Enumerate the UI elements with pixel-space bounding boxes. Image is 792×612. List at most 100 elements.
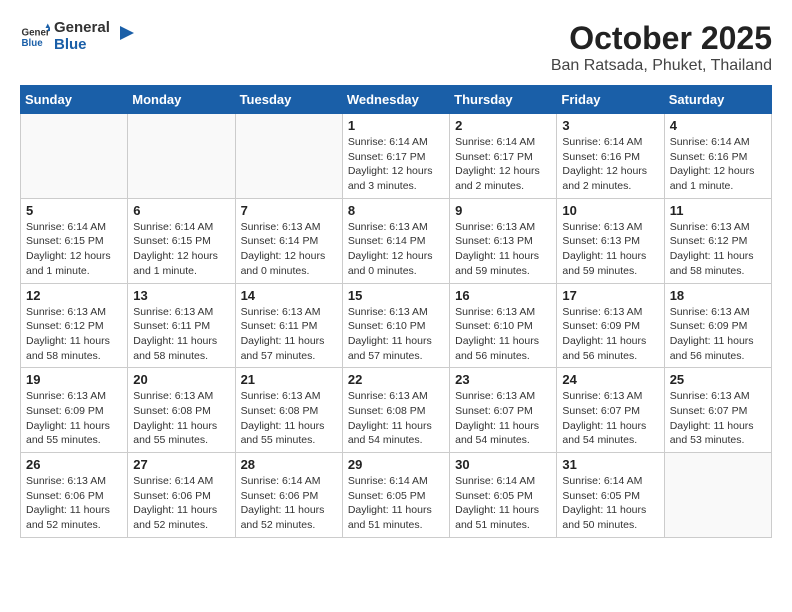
weekday-header-friday: Friday <box>557 86 664 114</box>
page-header: General Blue General Blue October 2025 B… <box>20 20 772 75</box>
calendar-day-cell <box>664 453 771 538</box>
calendar-day-cell: 10Sunrise: 6:13 AMSunset: 6:13 PMDayligh… <box>557 198 664 283</box>
day-info: Sunrise: 6:13 AMSunset: 6:12 PMDaylight:… <box>26 305 122 364</box>
calendar-day-cell: 8 Sunrise: 6:13 AMSunset: 6:14 PMDaylight… <box>342 198 449 283</box>
title-area: October 2025 Ban Ratsada, Phuket, Thaila… <box>551 20 772 75</box>
day-info: Sunrise: 6:13 AMSunset: 6:07 PMDaylight:… <box>670 389 766 448</box>
day-number: 4 <box>670 118 766 133</box>
day-number: 27 <box>133 457 229 472</box>
weekday-header-monday: Monday <box>128 86 235 114</box>
day-number: 28 <box>241 457 337 472</box>
calendar-day-cell: 27 Sunrise: 6:14 AMSunset: 6:06 PMDayligh… <box>128 453 235 538</box>
calendar-day-cell: 16 Sunrise: 6:13 AMSunset: 6:10 PMDayligh… <box>450 283 557 368</box>
logo-icon: General Blue <box>20 22 50 52</box>
day-number: 2 <box>455 118 551 133</box>
day-number: 5 <box>26 203 122 218</box>
calendar-day-cell: 29Sunrise: 6:14 AMSunset: 6:05 PMDayligh… <box>342 453 449 538</box>
day-info: Sunrise: 6:13 AMSunset: 6:09 PMDaylight:… <box>670 305 766 364</box>
calendar-day-cell: 30Sunrise: 6:14 AMSunset: 6:05 PMDayligh… <box>450 453 557 538</box>
svg-text:General: General <box>22 27 51 38</box>
day-number: 20 <box>133 372 229 387</box>
calendar-day-cell: 25 Sunrise: 6:13 AMSunset: 6:07 PMDayligh… <box>664 368 771 453</box>
day-info: Sunrise: 6:14 AMSunset: 6:16 PMDaylight:… <box>670 135 766 194</box>
day-number: 1 <box>348 118 444 133</box>
day-number: 31 <box>562 457 658 472</box>
day-number: 9 <box>455 203 551 218</box>
day-number: 3 <box>562 118 658 133</box>
day-info: Sunrise: 6:13 AMSunset: 6:08 PMDaylight:… <box>241 389 337 448</box>
calendar-day-cell: 12 Sunrise: 6:13 AMSunset: 6:12 PMDayligh… <box>21 283 128 368</box>
weekday-header-sunday: Sunday <box>21 86 128 114</box>
day-number: 8 <box>348 203 444 218</box>
day-number: 14 <box>241 288 337 303</box>
calendar-day-cell: 21 Sunrise: 6:13 AMSunset: 6:08 PMDayligh… <box>235 368 342 453</box>
calendar-day-cell: 24Sunrise: 6:13 AMSunset: 6:07 PMDayligh… <box>557 368 664 453</box>
weekday-header-row: SundayMondayTuesdayWednesdayThursdayFrid… <box>21 86 772 114</box>
day-number: 7 <box>241 203 337 218</box>
day-info: Sunrise: 6:13 AMSunset: 6:08 PMDaylight:… <box>133 389 229 448</box>
logo-general: General <box>54 20 110 37</box>
day-info: Sunrise: 6:13 AMSunset: 6:14 PMDaylight:… <box>241 220 337 279</box>
day-info: Sunrise: 6:13 AMSunset: 6:08 PMDaylight:… <box>348 389 444 448</box>
day-number: 19 <box>26 372 122 387</box>
calendar-table: SundayMondayTuesdayWednesdayThursdayFrid… <box>20 85 772 538</box>
calendar-day-cell: 26 Sunrise: 6:13 AMSunset: 6:06 PMDayligh… <box>21 453 128 538</box>
calendar-day-cell: 5Sunrise: 6:14 AMSunset: 6:15 PMDaylight… <box>21 198 128 283</box>
calendar-day-cell: 3 Sunrise: 6:14 AMSunset: 6:16 PMDaylight… <box>557 114 664 199</box>
calendar-day-cell: 9 Sunrise: 6:13 AMSunset: 6:13 PMDaylight… <box>450 198 557 283</box>
logo-blue: Blue <box>54 37 110 54</box>
day-info: Sunrise: 6:13 AMSunset: 6:12 PMDaylight:… <box>670 220 766 279</box>
logo-arrow-icon <box>112 22 134 44</box>
day-info: Sunrise: 6:13 AMSunset: 6:10 PMDaylight:… <box>455 305 551 364</box>
day-info: Sunrise: 6:14 AMSunset: 6:06 PMDaylight:… <box>241 474 337 533</box>
day-number: 17 <box>562 288 658 303</box>
day-info: Sunrise: 6:13 AMSunset: 6:09 PMDaylight:… <box>562 305 658 364</box>
day-number: 25 <box>670 372 766 387</box>
calendar-day-cell: 2Sunrise: 6:14 AMSunset: 6:17 PMDaylight… <box>450 114 557 199</box>
calendar-day-cell <box>128 114 235 199</box>
day-number: 23 <box>455 372 551 387</box>
calendar-day-cell: 11Sunrise: 6:13 AMSunset: 6:12 PMDayligh… <box>664 198 771 283</box>
day-number: 16 <box>455 288 551 303</box>
day-info: Sunrise: 6:13 AMSunset: 6:07 PMDaylight:… <box>455 389 551 448</box>
calendar-day-cell: 20 Sunrise: 6:13 AMSunset: 6:08 PMDayligh… <box>128 368 235 453</box>
calendar-day-cell: 23 Sunrise: 6:13 AMSunset: 6:07 PMDayligh… <box>450 368 557 453</box>
day-info: Sunrise: 6:14 AMSunset: 6:05 PMDaylight:… <box>348 474 444 533</box>
day-number: 22 <box>348 372 444 387</box>
weekday-header-wednesday: Wednesday <box>342 86 449 114</box>
calendar-day-cell <box>235 114 342 199</box>
weekday-header-tuesday: Tuesday <box>235 86 342 114</box>
calendar-week-row: 26 Sunrise: 6:13 AMSunset: 6:06 PMDayligh… <box>21 453 772 538</box>
day-info: Sunrise: 6:13 AMSunset: 6:11 PMDaylight:… <box>241 305 337 364</box>
day-info: Sunrise: 6:13 AMSunset: 6:13 PMDaylight:… <box>562 220 658 279</box>
day-number: 21 <box>241 372 337 387</box>
day-number: 18 <box>670 288 766 303</box>
day-info: Sunrise: 6:13 AMSunset: 6:07 PMDaylight:… <box>562 389 658 448</box>
month-title: October 2025 <box>551 20 772 57</box>
calendar-day-cell: 31 Sunrise: 6:14 AMSunset: 6:05 PMDayligh… <box>557 453 664 538</box>
calendar-day-cell: 22 Sunrise: 6:13 AMSunset: 6:08 PMDayligh… <box>342 368 449 453</box>
svg-text:Blue: Blue <box>22 38 44 49</box>
calendar-week-row: 12 Sunrise: 6:13 AMSunset: 6:12 PMDayligh… <box>21 283 772 368</box>
calendar-week-row: 19Sunrise: 6:13 AMSunset: 6:09 PMDayligh… <box>21 368 772 453</box>
day-number: 30 <box>455 457 551 472</box>
day-number: 26 <box>26 457 122 472</box>
day-number: 12 <box>26 288 122 303</box>
day-info: Sunrise: 6:13 AMSunset: 6:11 PMDaylight:… <box>133 305 229 364</box>
calendar-day-cell: 14 Sunrise: 6:13 AMSunset: 6:11 PMDayligh… <box>235 283 342 368</box>
logo: General Blue General Blue <box>20 20 134 53</box>
calendar-day-cell: 19Sunrise: 6:13 AMSunset: 6:09 PMDayligh… <box>21 368 128 453</box>
calendar-day-cell: 18 Sunrise: 6:13 AMSunset: 6:09 PMDayligh… <box>664 283 771 368</box>
weekday-header-saturday: Saturday <box>664 86 771 114</box>
day-info: Sunrise: 6:13 AMSunset: 6:13 PMDaylight:… <box>455 220 551 279</box>
day-info: Sunrise: 6:14 AMSunset: 6:06 PMDaylight:… <box>133 474 229 533</box>
calendar-day-cell: 13Sunrise: 6:13 AMSunset: 6:11 PMDayligh… <box>128 283 235 368</box>
calendar-day-cell <box>21 114 128 199</box>
calendar-day-cell: 6Sunrise: 6:14 AMSunset: 6:15 PMDaylight… <box>128 198 235 283</box>
calendar-week-row: 1Sunrise: 6:14 AMSunset: 6:17 PMDaylight… <box>21 114 772 199</box>
day-info: Sunrise: 6:14 AMSunset: 6:16 PMDaylight:… <box>562 135 658 194</box>
day-info: Sunrise: 6:13 AMSunset: 6:06 PMDaylight:… <box>26 474 122 533</box>
weekday-header-thursday: Thursday <box>450 86 557 114</box>
day-info: Sunrise: 6:13 AMSunset: 6:14 PMDaylight:… <box>348 220 444 279</box>
day-info: Sunrise: 6:14 AMSunset: 6:05 PMDaylight:… <box>562 474 658 533</box>
